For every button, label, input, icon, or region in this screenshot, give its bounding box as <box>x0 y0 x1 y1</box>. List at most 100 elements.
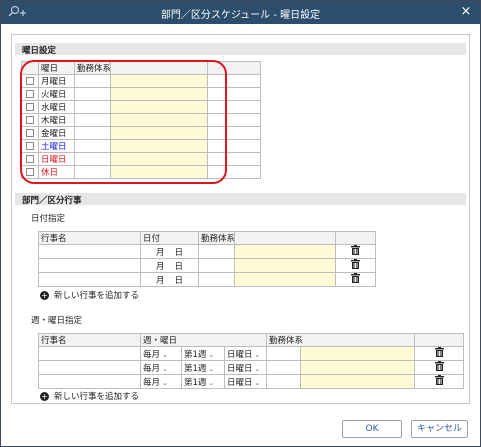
weekday-checkbox[interactable] <box>26 154 34 163</box>
weekday-checkbox-cell <box>21 100 39 114</box>
weekday-checkbox[interactable] <box>26 167 34 176</box>
work-pattern-cell[interactable] <box>266 374 302 389</box>
trash-icon[interactable] <box>434 375 444 388</box>
trash-icon[interactable] <box>351 245 360 258</box>
weekday-checkbox-cell <box>21 87 39 101</box>
weekday-select[interactable]: 日曜日 ⌄ <box>227 348 260 360</box>
work-pattern-cell[interactable] <box>198 244 235 259</box>
work-pattern-cell[interactable] <box>266 360 302 375</box>
checkbox-col-header <box>21 61 39 75</box>
week-event-row: 毎月 ⌄ 第1週 ⌄ 日曜日 ⌄ <box>38 360 465 375</box>
week-select[interactable]: 第1週 ⌄ <box>184 348 214 360</box>
event-name-cell[interactable] <box>38 244 141 259</box>
work-pattern-cell[interactable] <box>74 126 111 140</box>
weekday-select[interactable]: 日曜日 ⌄ <box>227 362 260 374</box>
delete-cell <box>414 360 465 375</box>
work-pattern-cell[interactable] <box>198 272 235 287</box>
weekday-blank-cell <box>207 87 261 101</box>
close-icon[interactable]: × <box>458 4 474 20</box>
date-event-row: 月日 <box>38 258 376 273</box>
work-pattern-name-cell <box>300 346 416 361</box>
column-header-day: 曜日 <box>38 61 75 75</box>
weekday-row: 日曜日 <box>21 152 261 166</box>
weekday-table: 曜日 勤務体系 月曜日 火曜日 水曜日 木曜日 金曜日 土曜日 日曜日 休日 <box>21 61 261 179</box>
chevron-down-icon: ⌄ <box>208 378 215 387</box>
weekday-checkbox[interactable] <box>26 102 34 111</box>
add-date-event-link[interactable]: + 新しい行事を追加する <box>40 289 139 301</box>
work-pattern-cell[interactable] <box>198 258 235 273</box>
date-cell[interactable]: 月日 <box>140 272 199 287</box>
chevron-down-icon: ⌄ <box>208 350 215 359</box>
weekday-row: 金曜日 <box>21 126 261 140</box>
week-select[interactable]: 第1週 ⌄ <box>184 376 214 388</box>
add-week-event-link[interactable]: + 新しい行事を追加する <box>40 390 139 402</box>
cancel-button[interactable]: キャンセル <box>411 420 468 438</box>
month-label: 月 <box>155 275 165 286</box>
work-pattern-cell[interactable] <box>74 74 111 88</box>
date-event-table: 行事名 日付 勤務体系 月日月日月日 <box>38 231 376 287</box>
weekday-row: 水曜日 <box>21 100 261 114</box>
weekday-select[interactable]: 日曜日 ⌄ <box>227 376 260 388</box>
month-select[interactable]: 毎月 ⌄ <box>143 376 168 388</box>
weekday-checkbox[interactable] <box>26 89 34 98</box>
day-label: 日 <box>174 275 184 286</box>
weekday-name: 木曜日 <box>38 113 75 127</box>
weekday-name: 土曜日 <box>38 139 75 153</box>
chevron-down-icon: ⌄ <box>254 350 261 359</box>
weekday-name: 月曜日 <box>38 74 75 88</box>
event-name-cell[interactable] <box>38 346 141 361</box>
event-name-cell[interactable] <box>38 374 141 389</box>
work-pattern-name-cell <box>110 100 208 114</box>
work-pattern-cell[interactable] <box>74 113 111 127</box>
plus-circle-icon: + <box>40 392 49 401</box>
content-panel: 曜日設定 曜日 勤務体系 月曜日 火曜日 水曜日 木曜日 金曜日 土曜日 日曜日 休日 部門／… <box>11 34 470 404</box>
column-header-yellow <box>234 231 336 245</box>
column-header-delete <box>414 333 465 347</box>
column-header-work-pattern: 勤務体系 <box>74 61 111 75</box>
event-name-cell[interactable] <box>38 360 141 375</box>
week-value: 第1週 <box>184 363 207 374</box>
month-select[interactable]: 毎月 ⌄ <box>143 348 168 360</box>
work-pattern-name-cell <box>110 113 208 127</box>
month-cell: 毎月 ⌄ <box>140 374 182 389</box>
weekday-checkbox[interactable] <box>26 141 34 150</box>
trash-icon[interactable] <box>351 273 360 286</box>
week-value: 第1週 <box>184 349 207 360</box>
work-pattern-name-cell <box>234 272 336 287</box>
work-pattern-name-cell <box>110 165 208 179</box>
date-cell[interactable]: 月日 <box>140 244 199 259</box>
weekday-blank-cell <box>207 152 261 166</box>
weekday-blank-cell <box>207 74 261 88</box>
delete-cell <box>414 374 465 389</box>
work-pattern-cell[interactable] <box>74 100 111 114</box>
trash-icon[interactable] <box>434 347 444 360</box>
trash-icon[interactable] <box>351 259 360 272</box>
weekday-value: 日曜日 <box>227 377 253 388</box>
month-select[interactable]: 毎月 ⌄ <box>143 362 168 374</box>
work-pattern-cell[interactable] <box>266 346 302 361</box>
weekday-checkbox[interactable] <box>26 128 34 137</box>
week-spec-label: 週・曜日指定 <box>31 316 83 326</box>
plus-circle-icon: + <box>40 291 49 300</box>
weekday-cell: 日曜日 ⌄ <box>223 346 268 361</box>
weekday-name: 日曜日 <box>38 152 75 166</box>
chevron-down-icon: ⌄ <box>162 378 168 387</box>
event-name-cell[interactable] <box>38 272 141 287</box>
work-pattern-cell[interactable] <box>74 139 111 153</box>
trash-icon[interactable] <box>434 361 444 374</box>
weekday-checkbox[interactable] <box>26 76 34 85</box>
add-date-event-label: 新しい行事を追加する <box>54 291 140 301</box>
add-week-event-label: 新しい行事を追加する <box>54 392 140 402</box>
week-select[interactable]: 第1週 ⌄ <box>184 362 214 374</box>
weekday-name: 休日 <box>38 165 75 179</box>
weekday-checkbox-cell <box>21 113 39 127</box>
column-header-date: 日付 <box>140 231 199 245</box>
weekday-checkbox-cell <box>21 152 39 166</box>
work-pattern-cell[interactable] <box>74 152 111 166</box>
event-name-cell[interactable] <box>38 258 141 273</box>
date-cell[interactable]: 月日 <box>140 258 199 273</box>
ok-button[interactable]: OK <box>342 420 402 438</box>
work-pattern-cell[interactable] <box>74 87 111 101</box>
work-pattern-cell[interactable] <box>74 165 111 179</box>
weekday-checkbox[interactable] <box>26 115 34 124</box>
